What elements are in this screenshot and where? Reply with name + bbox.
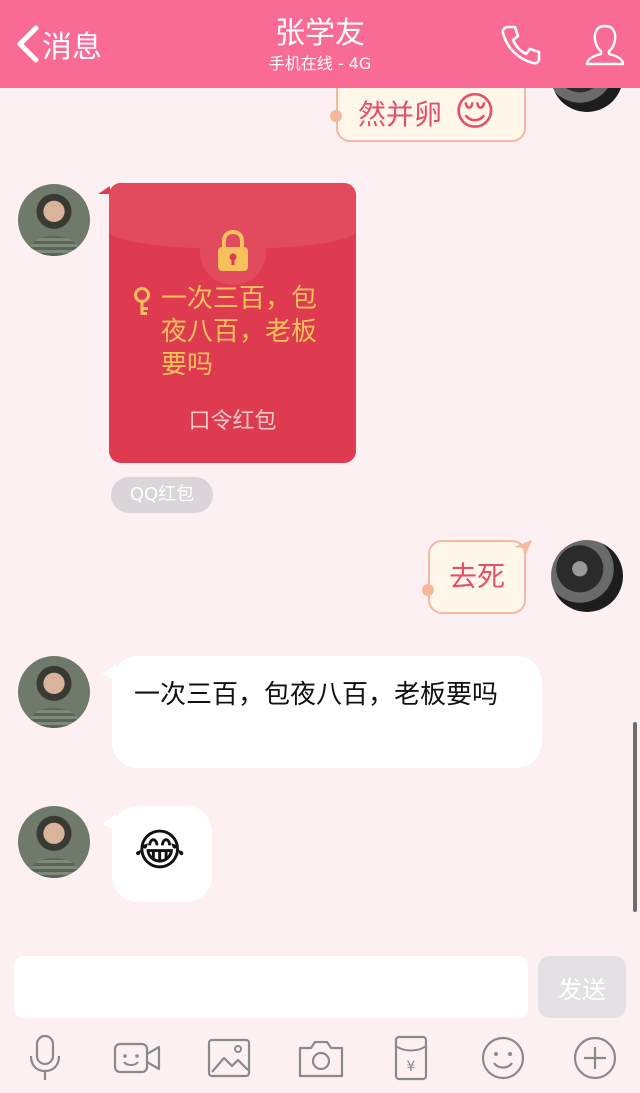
contact-avatar[interactable] — [18, 806, 90, 878]
scrollbar[interactable] — [633, 722, 637, 912]
back-label: 消息 — [42, 30, 102, 65]
microphone-icon[interactable] — [20, 1034, 70, 1082]
camera-icon[interactable] — [296, 1034, 346, 1082]
message-text: 一次三百，包夜八百，老板要吗 — [134, 680, 499, 710]
packet-type-label: 口令红包 — [188, 409, 277, 434]
send-arrow-icon — [514, 540, 532, 554]
message-input[interactable] — [14, 956, 528, 1018]
self-message-partial[interactable]: 然并卵 😌 — [330, 88, 526, 142]
plus-icon[interactable] — [570, 1034, 620, 1082]
red-packet-icon[interactable]: ¥ — [386, 1034, 436, 1082]
lock-icon — [218, 229, 248, 271]
composer: 发送 ¥ — [0, 940, 640, 1093]
svg-text:¥: ¥ — [407, 1059, 416, 1075]
video-call-icon[interactable] — [112, 1034, 162, 1082]
title-block: 张学友 手机在线 - 4G — [170, 16, 470, 74]
bubble-dot — [330, 110, 342, 122]
contact-name: 张学友 — [275, 16, 365, 51]
qq-red-packet-tag: QQ红包 — [111, 477, 213, 513]
emoji-icon[interactable] — [478, 1034, 528, 1082]
self-message[interactable]: 去死 — [422, 540, 532, 614]
red-packet-card[interactable]: 一次三百，包夜八百，老板要吗 口令红包 — [109, 183, 356, 463]
image-icon[interactable] — [204, 1034, 254, 1082]
contact-emoji-message[interactable]: 😂 — [102, 806, 212, 902]
packet-message: 一次三百，包夜八百，老板要吗 — [161, 284, 318, 380]
chat-header: 消息 张学友 手机在线 - 4G — [0, 0, 640, 88]
relieved-emoji: 😌 — [454, 89, 496, 135]
bubble-dot — [422, 584, 434, 596]
message-text: 去死 — [448, 560, 505, 593]
contact-avatar[interactable] — [18, 656, 90, 728]
online-status: 手机在线 - 4G — [268, 54, 372, 73]
message-text: 然并卵 — [358, 98, 443, 131]
back-button[interactable]: 消息 — [14, 20, 102, 68]
send-button[interactable]: 发送 — [538, 956, 626, 1018]
key-icon — [134, 287, 150, 315]
phone-icon[interactable] — [498, 22, 544, 68]
message-list[interactable]: 然并卵 😌 一次三百，包夜八百，老板要吗 口令红包 QQ红包 去死 一次三百，包… — [0, 88, 640, 940]
laughing-crying-emoji: 😂 — [134, 825, 186, 876]
self-avatar[interactable] — [551, 88, 623, 112]
self-avatar[interactable] — [551, 540, 623, 612]
chevron-left-icon — [17, 25, 39, 63]
contact-avatar[interactable] — [18, 184, 90, 256]
profile-icon[interactable] — [582, 22, 628, 68]
contact-message[interactable]: 一次三百，包夜八百，老板要吗 — [102, 656, 542, 768]
